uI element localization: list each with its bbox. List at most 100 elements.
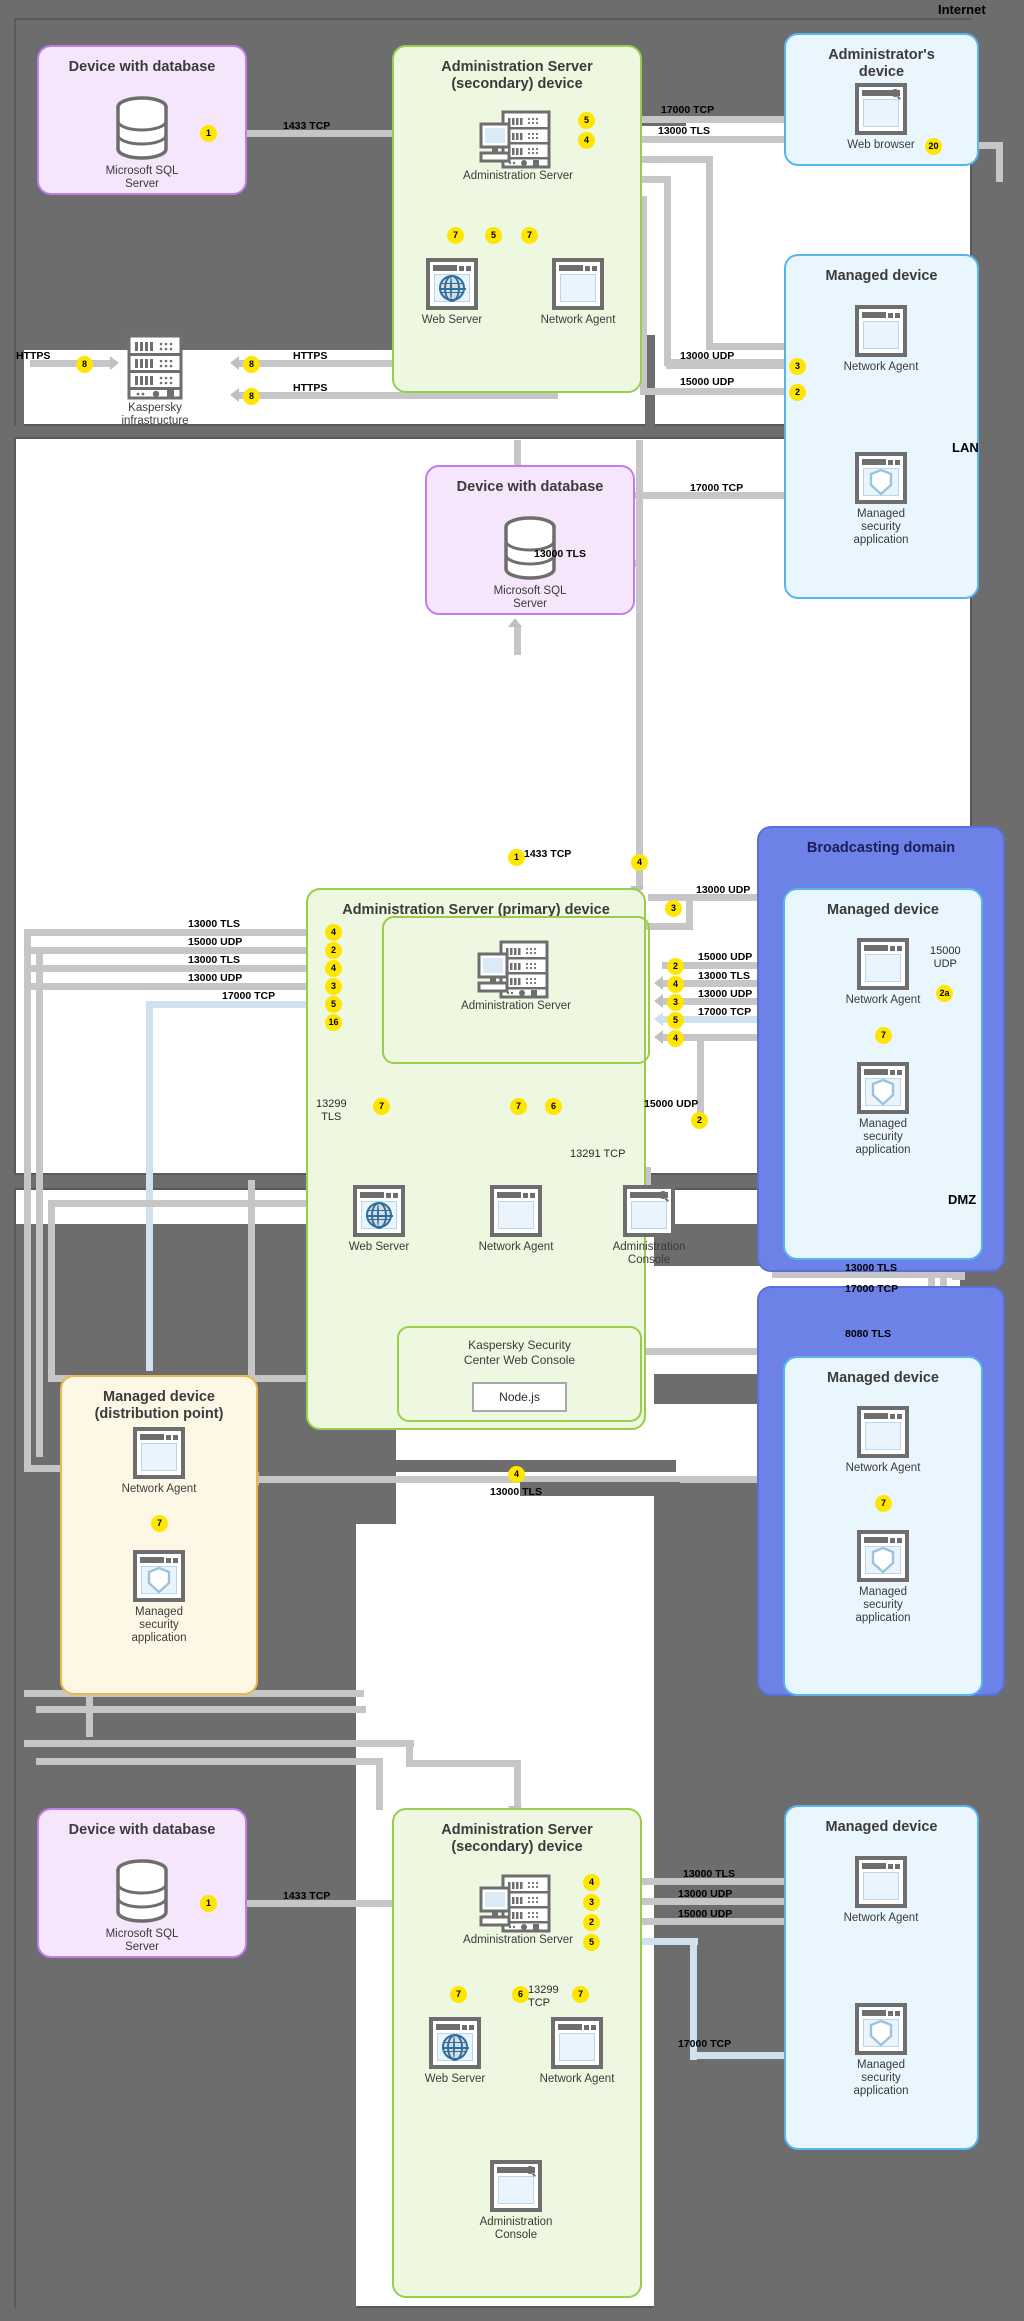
component-label-admin-console-dmz: Administration Console: [479, 2216, 553, 2241]
component-label-network-agent-bcast-bottom: Network Agent: [845, 1462, 921, 1474]
component-label-network-agent-primary: Network Agent: [478, 1241, 554, 1253]
component-web-server-dmz: Web Server: [410, 2017, 500, 2086]
port-label-17000tcp-internet: 17000 TCP: [661, 104, 715, 116]
web-server-icon: [429, 2017, 481, 2069]
network-agent-icon: [857, 1406, 909, 1458]
component-security-app-internet: Managed security application: [836, 452, 926, 547]
port-label-right-15000udp: 15000 UDP: [698, 951, 753, 963]
port-label-13000udp-internet: 13000 UDP: [680, 350, 735, 362]
component-security-app-dp: Managed security application: [114, 1550, 204, 1645]
managed-security-application-icon: [857, 1062, 909, 1114]
component-admin-server-internet: Administration Server: [443, 110, 593, 183]
badge-1: 1: [200, 125, 217, 142]
component-web-browser: Web browser: [836, 83, 926, 152]
badge-7-dp: 7: [151, 1515, 168, 1532]
nodejs-box: Node.js: [472, 1382, 567, 1412]
arrow-1433tcp-lan: [508, 618, 522, 627]
port-label-1433tcp-lan: 1433 TCP: [524, 848, 572, 860]
component-network-agent-md-dmz: Network Agent: [836, 1856, 926, 1925]
component-label-kaspersky-infrastructure: Kaspersky infrastructure: [121, 402, 189, 427]
component-sql-server-internet: Microsoft SQL Server: [97, 95, 187, 191]
port-label-13299tls: 13299 TLS: [316, 1098, 347, 1123]
db-box-title-dmz: Device with database: [68, 1822, 216, 1838]
badge-left-2: 2: [325, 942, 342, 959]
arrow-https-1: [230, 356, 239, 370]
zone-label-dmz: DMZ: [948, 1192, 977, 1207]
badge-1-dmz: 1: [200, 1895, 217, 1912]
port-label-17000tcp-lower-internet: 17000 TCP: [690, 482, 744, 494]
administration-console-icon: [490, 2160, 542, 2212]
component-web-server-primary: Web Server: [334, 1185, 424, 1254]
component-label-sql-server-internet: Microsoft SQL Server: [105, 165, 179, 190]
managed-device-title-bcast-bottom: Managed device: [826, 1370, 939, 1386]
managed-security-application-icon: [133, 1550, 185, 1602]
badge-7-na-primary: 7: [510, 1098, 527, 1115]
badge-right-4: 4: [667, 976, 684, 993]
badge-2-dmz: 2: [583, 1914, 600, 1931]
component-network-agent-primary: Network Agent: [471, 1185, 561, 1254]
server-icon: [479, 1874, 557, 1933]
component-label-security-app-bcast-top: Managed security application: [855, 1118, 911, 1156]
managed-device-title-internet: Managed device: [825, 268, 938, 284]
connector-1433tcp-lan: [514, 625, 521, 655]
badge-7-na-internet: 7: [521, 227, 538, 244]
port-label-right-17000tcp: 17000 TCP: [698, 1006, 752, 1018]
port-label-https-1: HTTPS: [293, 350, 328, 362]
component-label-network-agent-dmz: Network Agent: [539, 2073, 615, 2085]
arrow-https-2: [230, 388, 239, 402]
zone-label-internet: Internet: [938, 2, 986, 17]
port-label-left-13000udp: 13000 UDP: [188, 972, 243, 984]
component-admin-console-dmz: Administration Console: [471, 2160, 561, 2242]
db-box-title-lan: Device with database: [456, 479, 604, 495]
web-server-icon: [353, 1185, 405, 1237]
web-server-icon: [426, 258, 478, 310]
zone-label-lan: LAN: [952, 440, 979, 455]
component-label-security-app-internet: Managed security application: [853, 508, 909, 546]
badge-1-lan: 1: [508, 849, 525, 866]
component-label-admin-console-primary: Administration Console: [612, 1241, 686, 1266]
badge-left-3: 3: [325, 978, 342, 995]
database-icon: [111, 95, 173, 161]
badge-left-4a: 4: [325, 924, 342, 941]
badge-5-internet: 5: [578, 112, 595, 129]
badge-4-bottom-lan: 4: [508, 1466, 525, 1483]
primary-server-title: Administration Server (primary) device: [342, 902, 610, 918]
port-label-dmz-17000tcp: 17000 TCP: [678, 2038, 732, 2050]
managed-security-application-icon: [857, 1530, 909, 1582]
port-label-13299tcp-dmz: 13299 TCP: [528, 1984, 559, 2009]
badge-4-top-lan: 4: [631, 854, 648, 871]
port-label-13000tls-lower-internet: 13000 TLS: [534, 548, 586, 560]
port-label-left-13000tls-b: 13000 TLS: [188, 954, 240, 966]
component-label-web-server-internet: Web Server: [421, 314, 483, 326]
badge-7-bcast-bottom: 7: [875, 1495, 892, 1512]
component-label-network-agent-dp: Network Agent: [121, 1483, 197, 1495]
badge-8-a: 8: [243, 356, 260, 373]
badge-7-bcast-top: 7: [875, 1027, 892, 1044]
component-network-agent-md-internet: Network Agent: [836, 305, 926, 374]
component-sql-server-dmz: Microsoft SQL Server: [97, 1858, 187, 1954]
component-label-network-agent-md-dmz: Network Agent: [843, 1912, 919, 1924]
component-web-server-internet: Web Server: [407, 258, 497, 327]
connector-https-2: [238, 392, 558, 399]
port-label-1433tcp-dmz: 1433 TCP: [283, 1890, 331, 1902]
badge-right-2: 2: [667, 958, 684, 975]
network-agent-icon: [490, 1185, 542, 1237]
db-box-title-internet: Device with database: [68, 59, 216, 75]
badge-left-16: 16: [325, 1014, 342, 1031]
badge-4-dmz: 4: [583, 1874, 600, 1891]
component-network-agent-dp: Network Agent: [114, 1427, 204, 1496]
component-security-app-dmz: Managed security application: [836, 2003, 926, 2098]
component-label-security-app-dmz: Managed security application: [853, 2059, 909, 2097]
arrow-right-13000udp: [654, 994, 663, 1008]
port-label-left-17000tcp: 17000 TCP: [222, 990, 276, 1002]
badge-right-3: 3: [667, 994, 684, 1011]
port-label-17000tcp-mid: 17000 TCP: [845, 1283, 899, 1295]
network-agent-icon: [551, 2017, 603, 2069]
distribution-point-box: Managed device (distribution point): [60, 1375, 258, 1695]
badge-3-dmz: 3: [583, 1894, 600, 1911]
badge-right-3-top: 3: [665, 900, 682, 917]
port-label-15000udp-internet: 15000 UDP: [680, 376, 735, 388]
administrator-device-title: Administrator's device: [828, 47, 935, 80]
arrow-right-4b: [654, 1030, 663, 1044]
component-network-agent-bcast-top: Network Agent: [838, 938, 928, 1007]
